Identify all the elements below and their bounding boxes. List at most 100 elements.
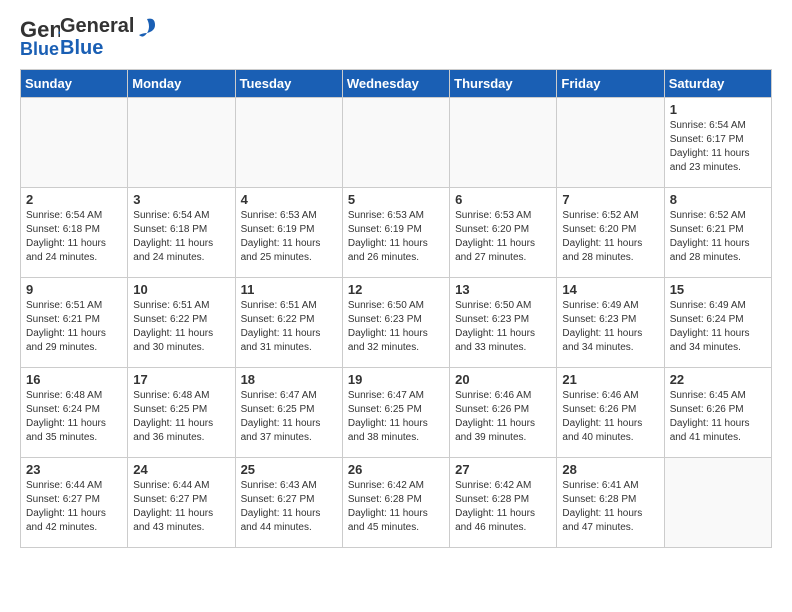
day-info: Sunrise: 6:53 AM Sunset: 6:19 PM Dayligh…	[241, 209, 337, 265]
day-number: 10	[133, 282, 229, 297]
day-info: Sunrise: 6:49 AM Sunset: 6:23 PM Dayligh…	[562, 299, 658, 355]
weekday-header-tuesday: Tuesday	[235, 70, 342, 98]
calendar-cell: 18 Sunrise: 6:47 AM Sunset: 6:25 PM Dayli…	[235, 368, 342, 458]
day-number: 22	[670, 372, 766, 387]
day-number: 13	[455, 282, 551, 297]
calendar-cell: 17 Sunrise: 6:48 AM Sunset: 6:25 PM Dayli…	[128, 368, 235, 458]
calendar-cell: 28 Sunrise: 6:41 AM Sunset: 6:28 PM Dayli…	[557, 458, 664, 548]
day-info: Sunrise: 6:50 AM Sunset: 6:23 PM Dayligh…	[455, 299, 551, 355]
calendar-cell: 6 Sunrise: 6:53 AM Sunset: 6:20 PM Daylig…	[450, 188, 557, 278]
day-info: Sunrise: 6:48 AM Sunset: 6:24 PM Dayligh…	[26, 389, 122, 445]
calendar-cell	[21, 98, 128, 188]
calendar-cell: 20Sunrise: 6:46 AM Sunset: 6:26 PM Dayli…	[450, 368, 557, 458]
day-number: 23	[26, 462, 122, 477]
day-info: Sunrise: 6:52 AM Sunset: 6:21 PM Dayligh…	[670, 209, 766, 265]
calendar-header-row: SundayMondayTuesdayWednesdayThursdayFrid…	[21, 70, 772, 98]
day-number: 8	[670, 192, 766, 207]
page-header: General Blue General Blue	[20, 15, 772, 59]
day-number: 4	[241, 192, 337, 207]
calendar-week-1: 1Sunrise: 6:54 AM Sunset: 6:17 PM Daylig…	[21, 98, 772, 188]
logo-bird-icon	[137, 17, 157, 47]
calendar-cell: 1Sunrise: 6:54 AM Sunset: 6:17 PM Daylig…	[664, 98, 771, 188]
calendar-cell: 10 Sunrise: 6:51 AM Sunset: 6:22 PM Dayli…	[128, 278, 235, 368]
calendar-cell: 26 Sunrise: 6:42 AM Sunset: 6:28 PM Dayli…	[342, 458, 449, 548]
day-number: 5	[348, 192, 444, 207]
day-info: Sunrise: 6:49 AM Sunset: 6:24 PM Dayligh…	[670, 299, 766, 355]
day-info: Sunrise: 6:54 AM Sunset: 6:18 PM Dayligh…	[133, 209, 229, 265]
day-info: Sunrise: 6:46 AM Sunset: 6:26 PM Dayligh…	[455, 389, 551, 445]
calendar-cell	[342, 98, 449, 188]
calendar-cell: 3 Sunrise: 6:54 AM Sunset: 6:18 PM Daylig…	[128, 188, 235, 278]
weekday-header-monday: Monday	[128, 70, 235, 98]
day-number: 15	[670, 282, 766, 297]
calendar-cell	[664, 458, 771, 548]
day-number: 27	[455, 462, 551, 477]
day-number: 11	[241, 282, 337, 297]
calendar-cell: 15 Sunrise: 6:49 AM Sunset: 6:24 PM Dayli…	[664, 278, 771, 368]
day-number: 3	[133, 192, 229, 207]
day-info: Sunrise: 6:44 AM Sunset: 6:27 PM Dayligh…	[26, 479, 122, 535]
day-info: Sunrise: 6:45 AM Sunset: 6:26 PM Dayligh…	[670, 389, 766, 445]
calendar-cell: 14Sunrise: 6:49 AM Sunset: 6:23 PM Dayli…	[557, 278, 664, 368]
day-number: 18	[241, 372, 337, 387]
calendar-week-4: 16 Sunrise: 6:48 AM Sunset: 6:24 PM Dayli…	[21, 368, 772, 458]
day-number: 17	[133, 372, 229, 387]
day-info: Sunrise: 6:41 AM Sunset: 6:28 PM Dayligh…	[562, 479, 658, 535]
logo-general: General	[60, 15, 134, 37]
calendar-cell	[128, 98, 235, 188]
weekday-header-friday: Friday	[557, 70, 664, 98]
day-number: 6	[455, 192, 551, 207]
calendar-week-3: 9 Sunrise: 6:51 AM Sunset: 6:21 PM Daylig…	[21, 278, 772, 368]
day-number: 24	[133, 462, 229, 477]
logo-blue: Blue	[60, 37, 134, 59]
day-number: 1	[670, 102, 766, 117]
logo: General Blue General Blue	[20, 15, 157, 59]
calendar-cell: 4 Sunrise: 6:53 AM Sunset: 6:19 PM Daylig…	[235, 188, 342, 278]
day-info: Sunrise: 6:47 AM Sunset: 6:25 PM Dayligh…	[348, 389, 444, 445]
weekday-header-sunday: Sunday	[21, 70, 128, 98]
calendar-cell: 24 Sunrise: 6:44 AM Sunset: 6:27 PM Dayli…	[128, 458, 235, 548]
day-info: Sunrise: 6:46 AM Sunset: 6:26 PM Dayligh…	[562, 389, 658, 445]
calendar-table: SundayMondayTuesdayWednesdayThursdayFrid…	[20, 69, 772, 548]
day-number: 16	[26, 372, 122, 387]
logo-icon: General Blue	[20, 15, 60, 59]
page-container: General Blue General Blue SundayMondayTu…	[0, 0, 792, 563]
day-info: Sunrise: 6:43 AM Sunset: 6:27 PM Dayligh…	[241, 479, 337, 535]
day-number: 21	[562, 372, 658, 387]
calendar-cell: 22 Sunrise: 6:45 AM Sunset: 6:26 PM Dayli…	[664, 368, 771, 458]
calendar-cell: 5 Sunrise: 6:53 AM Sunset: 6:19 PM Daylig…	[342, 188, 449, 278]
day-number: 7	[562, 192, 658, 207]
day-info: Sunrise: 6:47 AM Sunset: 6:25 PM Dayligh…	[241, 389, 337, 445]
calendar-cell: 11 Sunrise: 6:51 AM Sunset: 6:22 PM Dayli…	[235, 278, 342, 368]
calendar-cell	[450, 98, 557, 188]
calendar-week-5: 23 Sunrise: 6:44 AM Sunset: 6:27 PM Dayli…	[21, 458, 772, 548]
day-number: 28	[562, 462, 658, 477]
day-info: Sunrise: 6:53 AM Sunset: 6:19 PM Dayligh…	[348, 209, 444, 265]
calendar-cell: 13 Sunrise: 6:50 AM Sunset: 6:23 PM Dayli…	[450, 278, 557, 368]
day-info: Sunrise: 6:44 AM Sunset: 6:27 PM Dayligh…	[133, 479, 229, 535]
day-info: Sunrise: 6:53 AM Sunset: 6:20 PM Dayligh…	[455, 209, 551, 265]
calendar-cell: 21 Sunrise: 6:46 AM Sunset: 6:26 PM Dayli…	[557, 368, 664, 458]
day-info: Sunrise: 6:42 AM Sunset: 6:28 PM Dayligh…	[348, 479, 444, 535]
day-number: 9	[26, 282, 122, 297]
calendar-cell: 16 Sunrise: 6:48 AM Sunset: 6:24 PM Dayli…	[21, 368, 128, 458]
calendar-cell	[235, 98, 342, 188]
day-number: 2	[26, 192, 122, 207]
weekday-header-saturday: Saturday	[664, 70, 771, 98]
day-info: Sunrise: 6:42 AM Sunset: 6:28 PM Dayligh…	[455, 479, 551, 535]
day-info: Sunrise: 6:51 AM Sunset: 6:22 PM Dayligh…	[241, 299, 337, 355]
calendar-cell: 9 Sunrise: 6:51 AM Sunset: 6:21 PM Daylig…	[21, 278, 128, 368]
day-info: Sunrise: 6:52 AM Sunset: 6:20 PM Dayligh…	[562, 209, 658, 265]
calendar-cell: 7 Sunrise: 6:52 AM Sunset: 6:20 PM Daylig…	[557, 188, 664, 278]
day-info: Sunrise: 6:51 AM Sunset: 6:22 PM Dayligh…	[133, 299, 229, 355]
day-info: Sunrise: 6:51 AM Sunset: 6:21 PM Dayligh…	[26, 299, 122, 355]
calendar-cell: 27 Sunrise: 6:42 AM Sunset: 6:28 PM Dayli…	[450, 458, 557, 548]
day-number: 26	[348, 462, 444, 477]
calendar-cell: 19Sunrise: 6:47 AM Sunset: 6:25 PM Dayli…	[342, 368, 449, 458]
weekday-header-thursday: Thursday	[450, 70, 557, 98]
day-info: Sunrise: 6:54 AM Sunset: 6:18 PM Dayligh…	[26, 209, 122, 265]
calendar-cell: 25Sunrise: 6:43 AM Sunset: 6:27 PM Dayli…	[235, 458, 342, 548]
day-info: Sunrise: 6:48 AM Sunset: 6:25 PM Dayligh…	[133, 389, 229, 445]
weekday-header-wednesday: Wednesday	[342, 70, 449, 98]
calendar-week-2: 2 Sunrise: 6:54 AM Sunset: 6:18 PM Daylig…	[21, 188, 772, 278]
